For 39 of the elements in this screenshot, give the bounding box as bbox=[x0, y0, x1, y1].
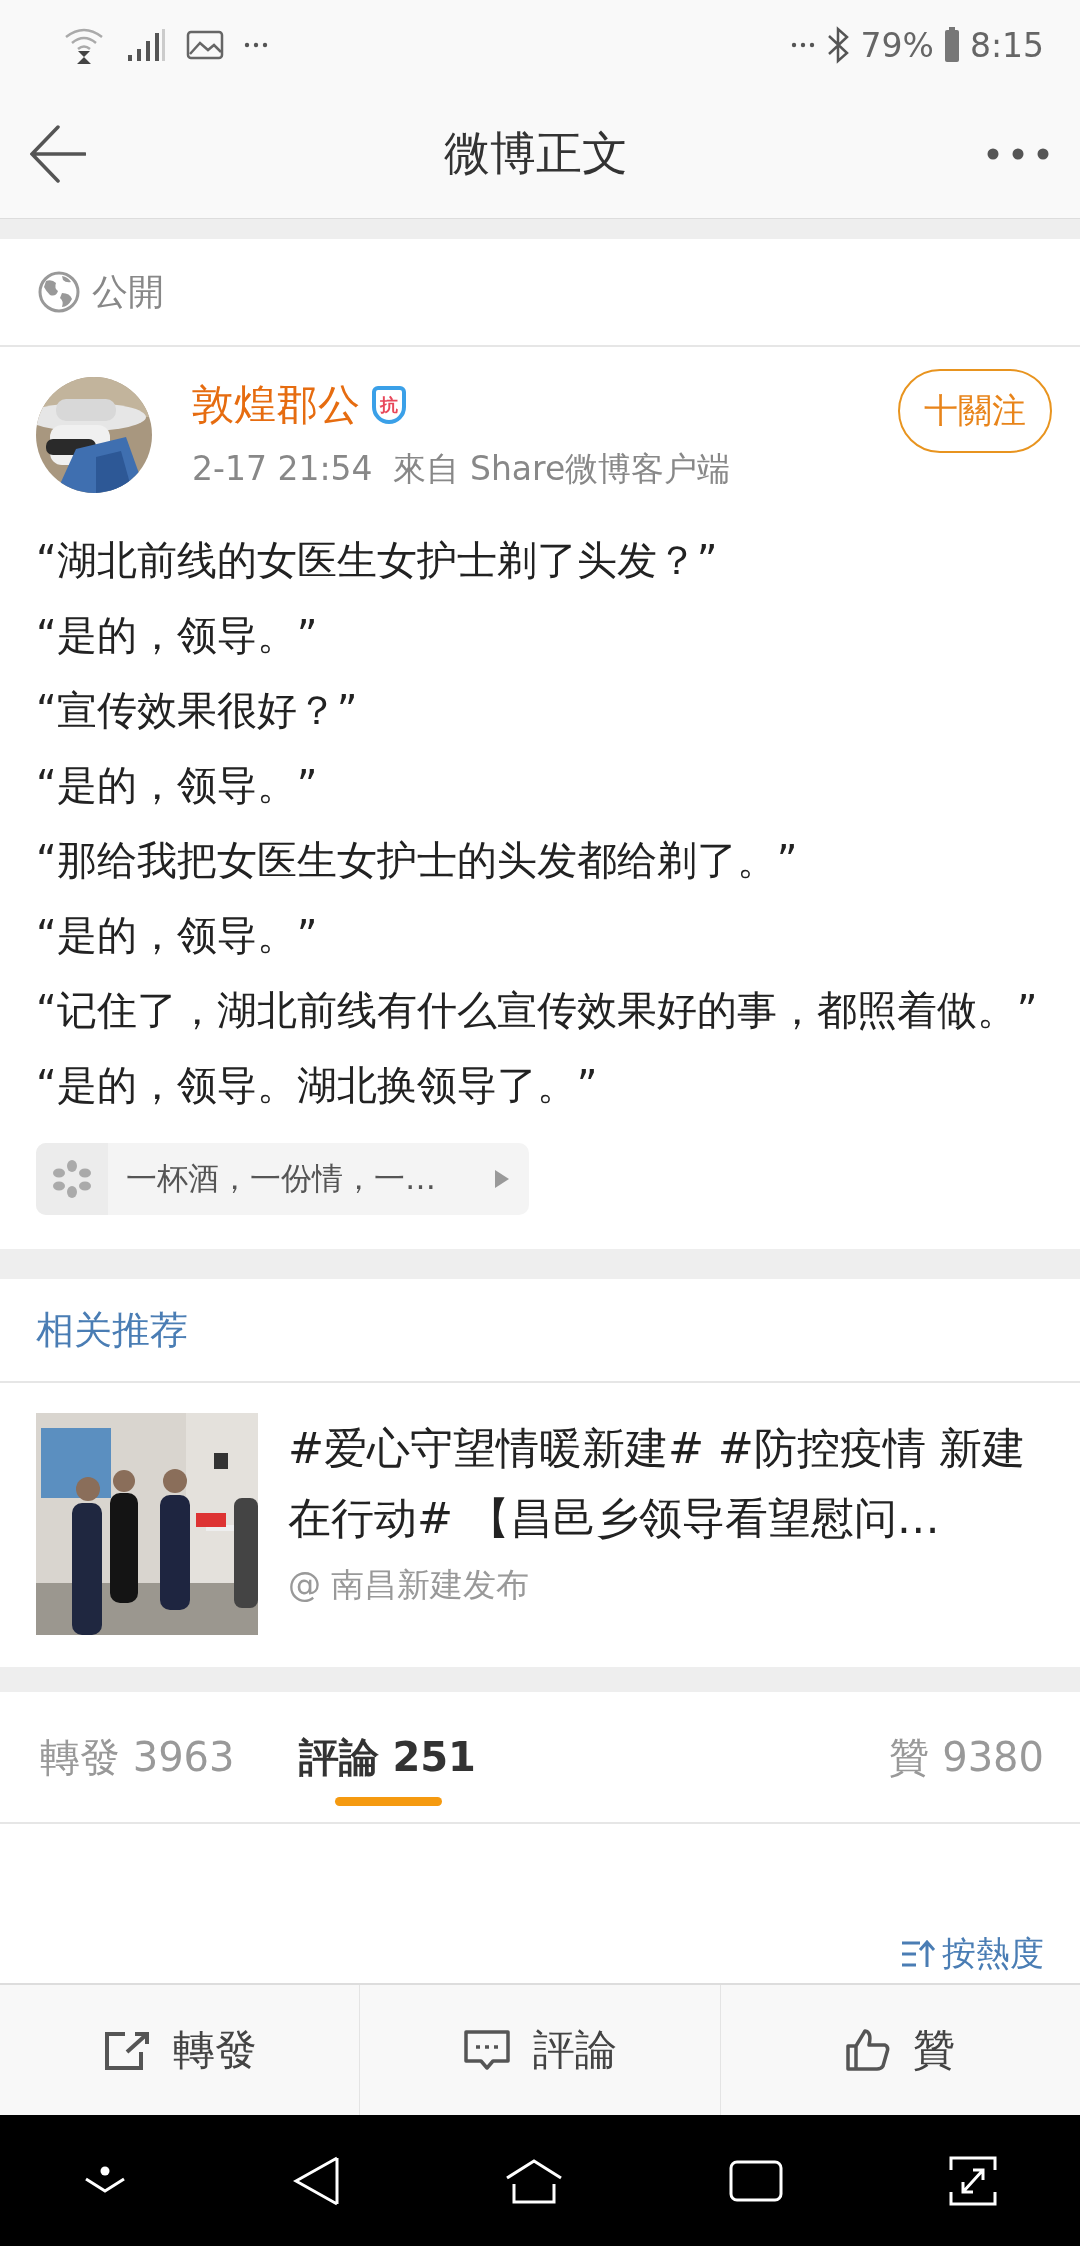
post-text-line: “湖北前线的女医生女护士剃了头发？” bbox=[36, 536, 719, 585]
post-text-line: “宣传效果很好？” bbox=[36, 686, 359, 735]
like-button[interactable]: 贊 bbox=[720, 1985, 1080, 2115]
post-text-line: “是的，领导。” bbox=[36, 911, 319, 960]
visibility-label: 公開 bbox=[92, 269, 164, 314]
post-text-line: “是的，领导。” bbox=[36, 761, 319, 810]
post-meta: 2-17 21:54 來自 Share微博客户端 bbox=[192, 448, 731, 490]
post-text-line: “是的，领导。湖北换领导了。” bbox=[36, 1061, 599, 1110]
back-icon[interactable] bbox=[30, 125, 86, 183]
recommended-post-text: #爱心守望情暖新建# #防控疫情 新建在行动# 【昌邑乡领导看望慰问… bbox=[288, 1422, 1027, 1545]
share-icon bbox=[102, 2030, 151, 2070]
page-title: 微博正文 bbox=[444, 125, 628, 182]
thumbs-up-icon bbox=[845, 2028, 892, 2072]
battery-icon bbox=[943, 27, 960, 63]
post-text-line: “那给我把女医生女护士的头发都给剃了。” bbox=[36, 836, 799, 885]
tab[interactable]: 評論 251 bbox=[298, 1692, 500, 1822]
play-icon bbox=[495, 1170, 509, 1188]
verified-badge: 抗 bbox=[372, 386, 406, 424]
more-icon[interactable] bbox=[986, 147, 1050, 161]
comment-icon bbox=[463, 2029, 511, 2071]
battery-percent: 79% bbox=[860, 25, 934, 65]
section-heading: 相关推荐 bbox=[36, 1306, 188, 1354]
sort-icon bbox=[902, 1939, 936, 1969]
globe-icon bbox=[38, 271, 80, 313]
signal-icon bbox=[126, 27, 166, 63]
image-icon bbox=[186, 30, 224, 60]
expand-icon[interactable] bbox=[949, 2155, 997, 2206]
recommended-post[interactable]: #爱心守望情暖新建# #防控疫情 新建在行动# 【昌邑乡领导看望慰问… @ 南昌新建发布 bbox=[0, 1383, 1080, 1667]
home-icon[interactable] bbox=[505, 2157, 563, 2204]
music-card[interactable]: 一杯酒，一份情，一… bbox=[36, 1143, 529, 1215]
post-source: @ 南昌新建发布 bbox=[288, 1564, 531, 1606]
more-icon bbox=[790, 42, 815, 48]
post-text-line: “是的，领导。” bbox=[36, 611, 319, 660]
clock: 8:15 bbox=[969, 25, 1044, 65]
post-text-line: “记住了，湖北前线有什么宣传效果好的事，都照着做。” bbox=[36, 986, 1039, 1035]
more-icon bbox=[244, 42, 268, 48]
sort-button[interactable]: 按熱度 bbox=[902, 1931, 1044, 1977]
flower-icon bbox=[53, 1159, 91, 1199]
recent-apps-icon[interactable] bbox=[729, 2159, 783, 2202]
